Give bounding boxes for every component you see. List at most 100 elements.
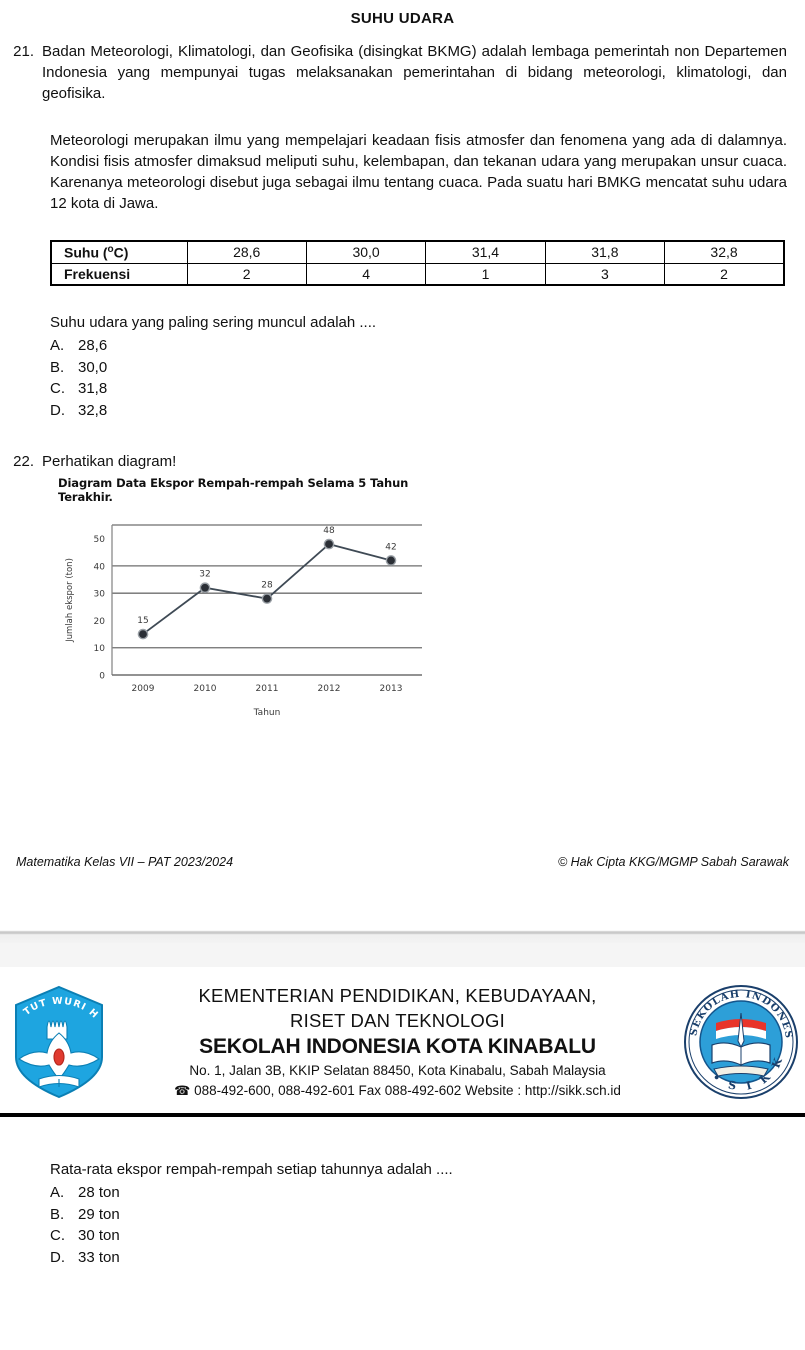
- x-tick-label: 2009: [132, 684, 155, 694]
- data-point: 48: [323, 526, 335, 550]
- option-b[interactable]: B. 29 ton: [50, 1204, 805, 1226]
- question-21-paragraph-2: Meteorologi merupakan ilmu yang mempelaj…: [50, 132, 787, 212]
- option-a[interactable]: A. 28 ton: [50, 1182, 805, 1204]
- option-a-label: A.: [50, 1184, 65, 1201]
- y-tick-label: 20: [94, 617, 106, 627]
- y-axis-title: Jumlah ekspor (ton): [65, 558, 75, 643]
- tut-wuri-handayani-logo-wrap: TUT WURI HANDAYANI: [4, 983, 114, 1101]
- table-cell-frekuensi-2: 1: [425, 262, 546, 286]
- option-c-label: C.: [50, 1227, 65, 1244]
- data-label: 28: [261, 581, 273, 591]
- data-point: 15: [137, 616, 149, 640]
- exam-page-1: SUHU UDARA 21. Badan Meteorologi, Klimat…: [0, 0, 805, 925]
- x-tick-label: 2010: [194, 684, 217, 694]
- option-a-label: A.: [50, 337, 65, 354]
- table-cell-frekuensi-0: 2: [186, 262, 307, 286]
- option-d-label: D.: [50, 1248, 65, 1266]
- option-c-text: 31,8: [78, 380, 108, 397]
- table-header-frekuensi: Frekuensi: [50, 262, 188, 286]
- option-b-label: B.: [50, 358, 65, 376]
- y-tick-label: 0: [99, 672, 105, 682]
- school-address: No. 1, Jalan 3B, KKIP Selatan 88450, Kot…: [189, 1063, 606, 1078]
- sikk-school-logo-wrap: SEKOLAH INDONESIA KOTA KINABALU • S I K …: [681, 983, 801, 1101]
- suhu-label-tail: C): [113, 244, 129, 261]
- option-d-label: D.: [50, 401, 65, 419]
- school-letterhead: TUT WURI HANDAYANI KEMENTERIAN PENDIDIKA…: [0, 967, 805, 1107]
- option-d-text: 32,8: [78, 401, 108, 419]
- chart-title: Diagram Data Ekspor Rempah-rempah Selama…: [58, 476, 409, 504]
- table-header-suhu: Suhu (oC): [50, 240, 188, 264]
- data-point: 28: [261, 581, 273, 604]
- phone-icon: ☎: [174, 1083, 191, 1098]
- school-name: SEKOLAH INDONESIA KOTA KINABALU: [199, 1035, 596, 1058]
- data-label: 48: [323, 526, 335, 536]
- option-a-text: 28 ton: [78, 1184, 120, 1201]
- x-tick-label: 2013: [380, 684, 403, 694]
- sikk-school-logo: SEKOLAH INDONESIA KOTA KINABALU • S I K …: [682, 983, 798, 1099]
- option-b-text: 30,0: [78, 358, 108, 376]
- footer-right-text: © Hak Cipta KKG/MGMP Sabah Sarawak: [557, 855, 789, 869]
- school-contact-text: 088-492-600, 088-492-601 Fax 088-492-602…: [194, 1083, 621, 1098]
- data-label: 32: [199, 570, 210, 580]
- table-cell-frekuensi-3: 3: [544, 262, 666, 286]
- tut-wuri-handayani-logo: TUT WURI HANDAYANI: [9, 983, 103, 1099]
- letterhead-text: KEMENTERIAN PENDIDIKAN, KEBUDAYAAN, RISE…: [114, 983, 681, 1101]
- page-separator: [0, 925, 805, 943]
- question-21-stem: Suhu udara yang paling sering muncul ada…: [50, 314, 377, 331]
- option-b-text: 29 ton: [78, 1205, 120, 1223]
- data-label: 42: [385, 542, 396, 552]
- question-22b-options: A. 28 ton B. 29 ton C. 30 ton D. 33 ton: [50, 1182, 805, 1268]
- option-b[interactable]: B. 30,0: [50, 357, 805, 379]
- option-b-label: B.: [50, 1205, 65, 1223]
- question-21: 21. Badan Meteorologi, Klimatologi, dan …: [0, 41, 805, 104]
- option-c-text: 30 ton: [78, 1227, 120, 1244]
- export-line-chart: Diagram Data Ekspor Rempah-rempah Selama…: [50, 476, 430, 732]
- table-cell-suhu-0: 28,6: [186, 240, 307, 264]
- y-tick-label: 10: [94, 644, 106, 654]
- question-22-number: 22.: [13, 453, 34, 470]
- y-tick-label: 30: [94, 590, 106, 600]
- data-point: 32: [199, 570, 211, 594]
- ministry-line-2: RISET DAN TEKNOLOGI: [290, 1010, 505, 1031]
- footer-left-text: Matematika Kelas VII – PAT 2023/2024: [16, 855, 234, 869]
- question-22: 22. Perhatikan diagram!: [0, 451, 805, 472]
- option-c[interactable]: C. 30 ton: [50, 1225, 805, 1247]
- data-label: 15: [137, 616, 148, 626]
- data-point: 42: [385, 542, 397, 566]
- exam-page-2: TUT WURI HANDAYANI KEMENTERIAN PENDIDIKA…: [0, 967, 805, 1268]
- option-a-text: 28,6: [78, 337, 108, 354]
- table-cell-suhu-2: 31,4: [425, 240, 546, 264]
- x-axis-title: Tahun: [253, 708, 281, 718]
- table-cell-suhu-1: 30,0: [305, 240, 427, 264]
- ministry-line-1: KEMENTERIAN PENDIDIKAN, KEBUDAYAAN,: [198, 985, 597, 1006]
- question-22-stem: Perhatikan diagram!: [42, 453, 177, 470]
- page-1-footer: Matematika Kelas VII – PAT 2023/2024 © H…: [0, 855, 805, 869]
- question-21-paragraph-1: Badan Meteorologi, Klimatologi, dan Geof…: [42, 43, 787, 102]
- letterhead-divider: [0, 1113, 805, 1117]
- option-d-text: 33 ton: [78, 1248, 120, 1266]
- table-row-suhu: Suhu (oC) 28,6 30,0 31,4 31,8 32,8: [50, 240, 785, 264]
- question-21-options: A. 28,6 B. 30,0 C. 31,8 D. 32,8: [50, 335, 805, 421]
- page-title: SUHU UDARA: [350, 10, 455, 27]
- y-tick-label: 50: [94, 535, 106, 545]
- question-22b-stem: Rata-rata ekspor rempah-rempah setiap ta…: [50, 1161, 453, 1178]
- chart-canvas: 0 10 20 30 40 50 Jumlah ekspor (ton) 2009 2010 20…: [65, 524, 422, 718]
- frequency-table-wrapper: Suhu (oC) 28,6 30,0 31,4 31,8 32,8 Freku…: [50, 240, 785, 286]
- table-cell-suhu-3: 31,8: [544, 240, 666, 264]
- table-row-frekuensi: Frekuensi 2 4 1 3 2: [50, 262, 785, 286]
- option-d[interactable]: D. 32,8: [50, 400, 805, 422]
- option-d[interactable]: D. 33 ton: [50, 1247, 805, 1269]
- suhu-label-head: Suhu (: [64, 244, 108, 261]
- option-a[interactable]: A. 28,6: [50, 335, 805, 357]
- option-c-label: C.: [50, 380, 65, 397]
- page-separator-fill: [0, 943, 805, 967]
- option-c[interactable]: C. 31,8: [50, 378, 805, 400]
- table-cell-frekuensi-4: 2: [664, 262, 785, 286]
- y-tick-label: 40: [94, 562, 106, 572]
- table-cell-frekuensi-1: 4: [305, 262, 427, 286]
- question-21-number: 21.: [13, 43, 34, 60]
- school-contact: ☎ 088-492-600, 088-492-601 Fax 088-492-6…: [114, 1081, 681, 1101]
- table-cell-suhu-4: 32,8: [664, 240, 785, 264]
- x-tick-label: 2012: [318, 684, 341, 694]
- frequency-table: Suhu (oC) 28,6 30,0 31,4 31,8 32,8 Freku…: [50, 240, 785, 286]
